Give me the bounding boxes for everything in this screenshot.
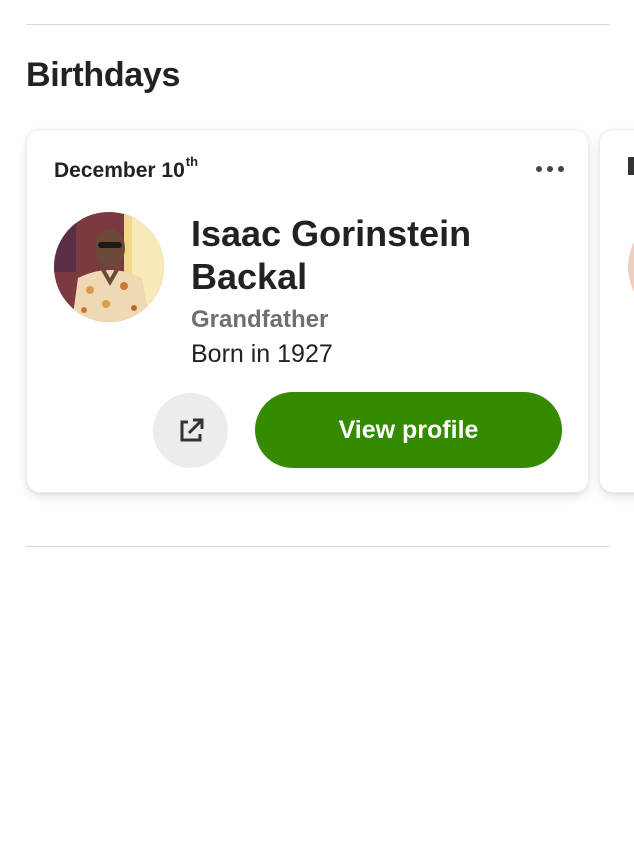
birthday-date-suffix: th bbox=[185, 154, 199, 169]
birthday-card-next[interactable] bbox=[599, 129, 634, 493]
more-horizontal-icon bbox=[536, 166, 542, 172]
more-dot bbox=[547, 166, 553, 172]
view-profile-button[interactable]: View profile bbox=[255, 392, 562, 468]
avatar-partial bbox=[628, 212, 634, 322]
more-dot bbox=[558, 166, 564, 172]
birthday-card: December 10th Isaac Gorinstein Backal Gr… bbox=[26, 129, 589, 493]
share-button[interactable] bbox=[153, 393, 228, 468]
bottom-divider bbox=[26, 546, 610, 547]
relationship-label: Grandfather bbox=[191, 306, 329, 333]
top-divider bbox=[26, 24, 610, 25]
avatar[interactable] bbox=[54, 212, 164, 322]
section-title: Birthdays bbox=[26, 56, 181, 94]
person-name[interactable]: Isaac Gorinstein Backal bbox=[191, 212, 571, 298]
birth-year: Born in 1927 bbox=[191, 340, 333, 368]
birthday-date-partial bbox=[628, 157, 634, 175]
avatar-photo bbox=[54, 212, 164, 322]
birthdays-page: Birthdays December 10th Isaac Gorinstein… bbox=[0, 0, 634, 866]
more-options-button[interactable] bbox=[530, 154, 570, 184]
birthday-date: December 10th bbox=[54, 154, 199, 183]
birthday-date-text: December 10 bbox=[54, 159, 185, 182]
external-link-icon bbox=[180, 418, 203, 441]
